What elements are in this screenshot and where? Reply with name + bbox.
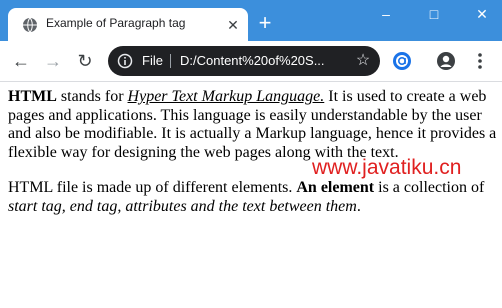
new-tab-button[interactable]: + [256, 12, 274, 34]
close-window-button[interactable]: ✕ [474, 6, 490, 22]
active-tab[interactable]: Example of Paragraph tag ✕ [8, 8, 248, 41]
address-bar[interactable]: File D:/Content%20of%20S... ☆ [108, 46, 380, 76]
scheme-label: File [142, 53, 163, 68]
forward-button[interactable]: → [44, 52, 62, 70]
tab-title: Example of Paragraph tag [46, 16, 186, 30]
more-menu-icon[interactable] [470, 51, 490, 71]
info-icon[interactable] [117, 53, 133, 69]
profile-avatar-icon[interactable] [436, 51, 456, 71]
paragraph-1: HTML stands for Hyper Text Markup Langua… [8, 88, 497, 161]
paragraph-2: HTML file is made up of different elemen… [8, 179, 485, 215]
minimize-button[interactable]: – [378, 6, 394, 22]
omnibox-divider [170, 54, 171, 68]
bookmark-star-icon[interactable]: ☆ [354, 52, 372, 70]
reload-button[interactable]: ↻ [76, 52, 94, 70]
url-text[interactable]: D:/Content%20of%20S... [180, 53, 348, 68]
watermark-text: www.javatiku.cn [312, 156, 462, 179]
tab-strip: Example of Paragraph tag ✕ + – □ ✕ [0, 0, 502, 41]
extension-icon[interactable] [392, 51, 412, 71]
browser-toolbar: ← → ↻ File D:/Content%20of%20S... ☆ [0, 41, 502, 82]
globe-icon [23, 17, 37, 33]
maximize-button[interactable]: □ [426, 6, 442, 22]
back-button[interactable]: ← [12, 52, 30, 70]
tab-close-icon[interactable]: ✕ [226, 18, 240, 32]
